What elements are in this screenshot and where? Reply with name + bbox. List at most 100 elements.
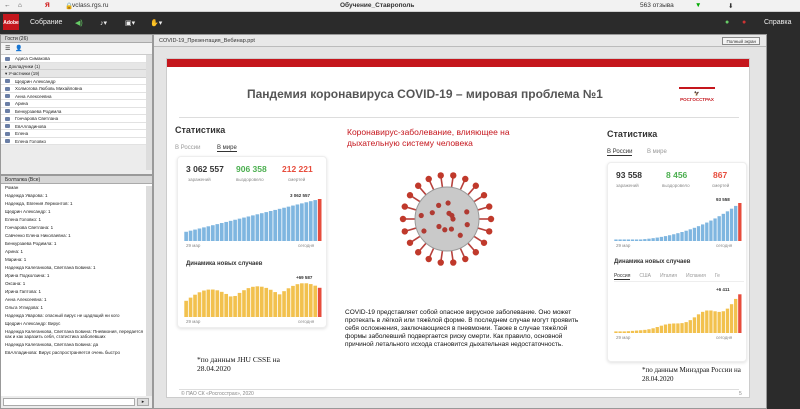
right-stats-card: 93 558 заражений 8 456 выздоровело 867 с… (607, 162, 747, 362)
list-item[interactable]: Елена (1, 130, 152, 138)
chart-bar (701, 311, 705, 333)
protect-icon[interactable]: ▼ (695, 2, 701, 9)
back-icon[interactable]: ← (4, 2, 11, 9)
chart-bar (676, 323, 680, 333)
left-tab-russia: В России (175, 145, 201, 151)
virus-protein (418, 212, 424, 219)
chart-bar (242, 290, 246, 317)
coronavirus-image (399, 172, 495, 266)
chart-bar (295, 284, 300, 317)
chart-bar (684, 230, 688, 241)
chat-message: Гончарова Светлана: 1 (5, 225, 54, 230)
chart-bar (251, 286, 255, 317)
view-icon[interactable]: ☰ (5, 45, 10, 52)
user-icon (5, 94, 10, 98)
chart-bar (206, 289, 211, 317)
url-text[interactable]: vclass.rgs.ru (72, 2, 108, 9)
user-icon (5, 109, 10, 113)
list-item[interactable]: Арина (1, 100, 152, 108)
chart-bar (738, 294, 742, 333)
chart-bar (259, 286, 264, 317)
chart-bar (224, 293, 229, 317)
right-date-start: 29 мар (616, 243, 631, 248)
user-icon (5, 124, 10, 128)
chart-bar (630, 330, 635, 333)
chart-bar (197, 292, 202, 317)
raise-hand-icon[interactable]: ✋▾ (150, 19, 162, 27)
chart-bar (701, 224, 705, 241)
chart-bar (738, 203, 742, 241)
virus-spike-head (401, 228, 408, 235)
list-item[interactable]: Адиса Симакова (1, 55, 152, 63)
list-item[interactable]: Щедрин Александр (1, 77, 152, 85)
chart-bar (233, 295, 237, 317)
microphone-icon[interactable]: ♪▾ (100, 19, 107, 27)
left-dynamics-chart (184, 283, 322, 317)
participants-list: Щедрин Александр Холмогова Любовь Михайло… (1, 77, 152, 145)
list-item[interactable]: Елена Головко (1, 137, 152, 145)
send-button[interactable]: ▸ (137, 398, 149, 406)
virus-spike-head (450, 172, 457, 179)
full-screen-button[interactable]: Полный экран (722, 37, 760, 45)
virus-spike-head (487, 215, 495, 223)
list-item[interactable]: Анна Алексеевна (1, 92, 152, 100)
left-recovered-label: выздоровело (236, 177, 264, 182)
status-icon[interactable]: ● (725, 19, 729, 26)
camera-icon[interactable]: ▣▾ (125, 19, 135, 27)
chat-message: Ольга Углидова: 1 (5, 305, 44, 310)
chart-bar (197, 228, 202, 241)
chart-bar (273, 209, 277, 241)
chart-bar (688, 320, 692, 333)
attendees-scrollbar[interactable] (146, 55, 152, 170)
virus-spike-head (425, 175, 432, 183)
chart-bar (255, 214, 260, 241)
list-item[interactable]: ЕвАлладинова (1, 122, 152, 130)
chart-bar (626, 331, 631, 333)
chat-message: Надежда, Евгения Лермонтов: 1 (5, 201, 73, 206)
meeting-menu[interactable]: Собрание (30, 19, 62, 26)
chart-bar (667, 235, 672, 241)
speaker-icon[interactable]: ◀) (75, 19, 83, 27)
help-menu[interactable]: Справка (764, 19, 791, 26)
chart-bar (300, 203, 304, 241)
chart-bar (725, 308, 730, 333)
chart-bar (618, 239, 622, 241)
dyn-tab: США (639, 273, 651, 279)
virus-spike-head (414, 182, 422, 189)
chat-input[interactable] (3, 398, 135, 406)
chart-bar (709, 310, 713, 333)
virus-protein (436, 223, 442, 230)
slide-page-number: 5 (739, 391, 742, 397)
list-item[interactable]: Гончарова Светлана (1, 115, 152, 123)
chart-bar (317, 199, 322, 241)
chart-bar (734, 298, 738, 333)
tab-count-badge[interactable]: ⌂ (18, 2, 22, 9)
chart-bar (193, 294, 197, 317)
hosts-group[interactable]: ▸ Докладчики (1) (1, 62, 152, 70)
chart-bar (295, 204, 300, 241)
virus-spike-head (425, 255, 432, 263)
left-deaths-value: 212 221 (282, 164, 313, 174)
download-icon[interactable]: ⬇ (728, 2, 733, 10)
chart-bar (705, 222, 709, 241)
chat-message: Надежда Уварова: опасный вирус не щадящи… (5, 313, 120, 318)
chart-bar (692, 227, 697, 241)
user-icon[interactable]: 👤 (15, 45, 22, 52)
chat-panel-title: Болталка (Все) (1, 176, 152, 184)
record-icon[interactable]: ● (742, 19, 746, 26)
chart-bar (655, 237, 659, 241)
chart-bar (639, 330, 643, 333)
chart-bar (655, 327, 659, 333)
chart-bar (692, 317, 697, 333)
chart-bar (614, 239, 618, 241)
chart-bar (277, 208, 282, 241)
list-item[interactable]: Холмогова Любовь Михайловна (1, 85, 152, 93)
list-item[interactable]: Бенкурзаева Родимла (1, 107, 152, 115)
yandex-icon[interactable]: Я (45, 2, 50, 9)
chat-message: Щедрин Александр: 1 (5, 209, 51, 214)
participants-group[interactable]: ▾ Участники (19) (1, 70, 152, 78)
reviews-badge[interactable]: 563 отзыва (640, 2, 674, 9)
chat-scrollbar[interactable] (146, 186, 152, 396)
chart-bar (647, 329, 651, 333)
browser-bar: ← ⌂ Я 🔒 vclass.rgs.ru Обучение_Ставропол… (0, 0, 800, 12)
